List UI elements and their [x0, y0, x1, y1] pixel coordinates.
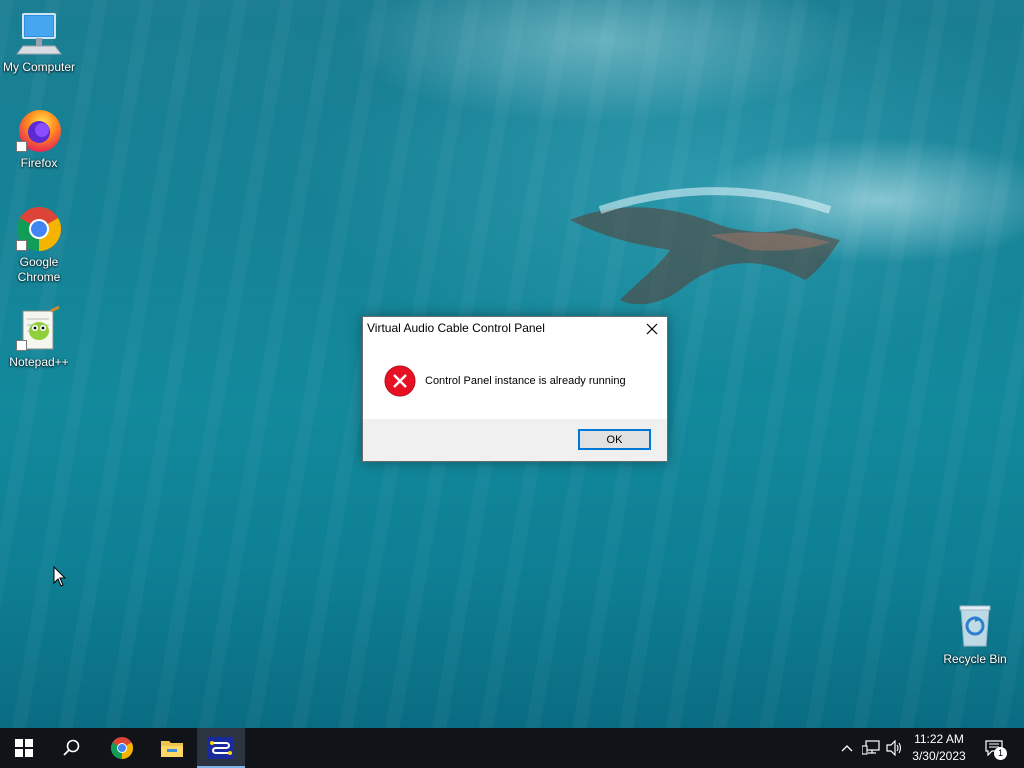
network-button[interactable]: [860, 728, 882, 768]
search-button[interactable]: [48, 728, 96, 768]
desktop-icon-recycle-bin[interactable]: Recycle Bin: [937, 602, 1013, 667]
taskbar-file-explorer-button[interactable]: [148, 728, 196, 768]
error-dialog: Virtual Audio Cable Control Panel Contro…: [362, 316, 668, 462]
start-button[interactable]: [0, 728, 48, 768]
close-button[interactable]: [637, 317, 667, 341]
virtual-audio-cable-icon: [208, 737, 234, 759]
chrome-icon: [111, 737, 133, 759]
desktop-icon-label: Notepad++: [9, 355, 69, 369]
firefox-icon: [15, 106, 63, 154]
desktop-icon-google-chrome[interactable]: Google Chrome: [1, 205, 77, 285]
desktop-icon-label: Firefox: [20, 156, 58, 170]
chrome-icon: [15, 205, 63, 253]
show-hidden-icons-button[interactable]: [838, 728, 856, 768]
mouse-cursor-icon: [53, 566, 67, 587]
desktop-icon-label: My Computer: [2, 60, 76, 74]
error-icon: [384, 365, 416, 402]
desktop-icon-notepadpp[interactable]: Notepad++: [1, 305, 77, 370]
close-icon: [646, 323, 658, 335]
desktop-icon-firefox[interactable]: Firefox: [1, 106, 77, 171]
taskbar-virtual-audio-cable-button[interactable]: [197, 728, 245, 768]
clock-date: 3/30/2023: [912, 749, 966, 763]
file-explorer-icon: [161, 741, 183, 757]
volume-button[interactable]: [884, 728, 906, 768]
desktop-icon-label: Google Chrome: [17, 255, 61, 284]
notification-count-badge: 1: [994, 747, 1007, 760]
action-center-button[interactable]: 1: [980, 728, 1008, 768]
wallpaper-swimmer: [570, 187, 840, 305]
dialog-button-bar: OK: [363, 419, 667, 461]
notepadpp-icon: [15, 305, 63, 353]
taskbar: 11:22 AM 3/30/2023 1: [0, 728, 1024, 768]
network-icon: [862, 740, 880, 755]
ok-button[interactable]: OK: [578, 429, 651, 450]
clock[interactable]: 11:22 AM 3/30/2023: [905, 731, 973, 765]
taskbar-chrome-button[interactable]: [98, 728, 146, 768]
search-icon: [63, 739, 80, 756]
clock-time: 11:22 AM: [914, 732, 964, 746]
computer-icon: [15, 10, 63, 58]
dialog-message: Control Panel instance is already runnin…: [425, 375, 626, 387]
start-icon: [15, 739, 33, 757]
desktop-icon-label: Recycle Bin: [943, 652, 1007, 666]
chevron-up-icon: [841, 745, 853, 752]
recycle-bin-icon: [951, 602, 999, 650]
dialog-title: Virtual Audio Cable Control Panel: [367, 321, 545, 335]
volume-icon: [886, 740, 902, 756]
desktop-icon-my-computer[interactable]: My Computer: [1, 10, 77, 75]
